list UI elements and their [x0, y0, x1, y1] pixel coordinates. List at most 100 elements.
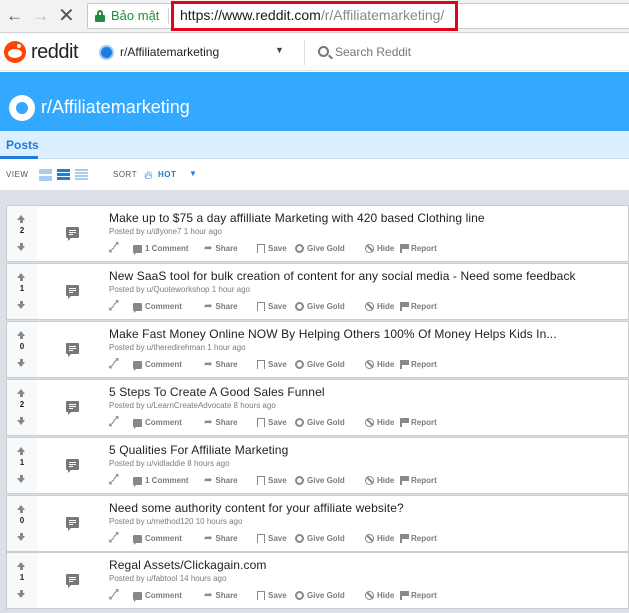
post-card[interactable]: 0 Need some authority content for your a…	[6, 495, 629, 552]
share-button[interactable]: ➦ Share	[204, 533, 238, 545]
search-box[interactable]	[318, 43, 518, 63]
vote-column: 1	[7, 553, 37, 608]
share-button[interactable]: ➦ Share	[204, 590, 238, 602]
upvote-icon[interactable]	[17, 562, 26, 570]
hide-button[interactable]: Hide	[365, 417, 394, 429]
save-button[interactable]: Save	[257, 417, 287, 429]
comment-button[interactable]: 1 Comment	[133, 243, 189, 255]
hide-button[interactable]: Hide	[365, 243, 394, 255]
downvote-icon[interactable]	[17, 301, 26, 309]
upvote-icon[interactable]	[17, 331, 26, 339]
save-button[interactable]: Save	[257, 475, 287, 487]
comment-button[interactable]: Comment	[133, 417, 182, 429]
save-button[interactable]: Save	[257, 533, 287, 545]
post-title[interactable]: 5 Qualities For Affiliate Marketing	[109, 443, 288, 457]
comment-button[interactable]: Comment	[133, 590, 182, 602]
search-input[interactable]	[335, 43, 515, 61]
forward-arrow-icon[interactable]: →	[32, 6, 49, 26]
comment-button[interactable]: Comment	[133, 533, 182, 545]
upvote-icon[interactable]	[17, 273, 26, 281]
expand-icon[interactable]	[108, 298, 120, 314]
post-title[interactable]: Make up to $75 a day affilliate Marketin…	[109, 211, 485, 225]
address-bar[interactable]: Bảo mật https://www.reddit.com/r/Affilia…	[87, 1, 629, 31]
back-arrow-icon[interactable]: ←	[6, 6, 23, 26]
expand-icon[interactable]	[108, 587, 120, 603]
post-card[interactable]: 1 Regal Assets/Clickagain.com Posted by …	[6, 552, 629, 609]
upvote-icon[interactable]	[17, 389, 26, 397]
expand-icon[interactable]	[108, 356, 120, 372]
save-button[interactable]: Save	[257, 590, 287, 602]
downvote-icon[interactable]	[17, 417, 26, 425]
report-button[interactable]: Report	[400, 359, 437, 371]
post-title[interactable]: Regal Assets/Clickagain.com	[109, 558, 266, 572]
give-gold-button[interactable]: Give Gold	[295, 359, 345, 371]
post-card[interactable]: 2 5 Steps To Create A Good Sales Funnel …	[6, 379, 629, 436]
post-meta: Posted by u/fabtool 14 hours ago	[109, 574, 227, 583]
give-gold-button[interactable]: Give Gold	[295, 301, 345, 313]
hide-button[interactable]: Hide	[365, 359, 394, 371]
share-button[interactable]: ➦ Share	[204, 475, 238, 487]
stop-loading-icon[interactable]: ✕	[58, 6, 75, 26]
report-button[interactable]: Report	[400, 533, 437, 545]
subreddit-dropdown[interactable]: r/Affiliatemarketing ▼	[99, 42, 287, 64]
hide-button[interactable]: Hide	[365, 590, 394, 602]
report-button[interactable]: Report	[400, 301, 437, 313]
downvote-icon[interactable]	[17, 359, 26, 367]
expand-icon[interactable]	[108, 240, 120, 256]
comment-icon	[133, 534, 142, 545]
upvote-icon[interactable]	[17, 215, 26, 223]
post-card[interactable]: 1 5 Qualities For Affiliate Marketing Po…	[6, 437, 629, 494]
report-button[interactable]: Report	[400, 417, 437, 429]
tab-posts[interactable]: Posts	[6, 138, 39, 152]
card-view-icon[interactable]	[39, 169, 52, 181]
expand-icon[interactable]	[108, 472, 120, 488]
upvote-icon[interactable]	[17, 505, 26, 513]
chevron-down-icon[interactable]: ▼	[189, 169, 197, 178]
hide-button[interactable]: Hide	[365, 301, 394, 313]
comment-button[interactable]: Comment	[133, 301, 182, 313]
give-gold-button[interactable]: Give Gold	[295, 475, 345, 487]
share-button[interactable]: ➦ Share	[204, 301, 238, 313]
share-button[interactable]: ➦ Share	[204, 417, 238, 429]
post-title[interactable]: Need some authority content for your aff…	[109, 501, 404, 515]
report-button[interactable]: Report	[400, 590, 437, 602]
comment-icon	[133, 360, 142, 371]
downvote-icon[interactable]	[17, 533, 26, 541]
give-gold-button[interactable]: Give Gold	[295, 590, 345, 602]
hide-icon	[365, 360, 374, 370]
expand-icon[interactable]	[108, 414, 120, 430]
downvote-icon[interactable]	[17, 475, 26, 483]
upvote-icon[interactable]	[17, 447, 26, 455]
report-button[interactable]: Report	[400, 475, 437, 487]
comment-button[interactable]: 1 Comment	[133, 475, 189, 487]
compact-view-icon[interactable]	[75, 169, 88, 181]
give-gold-button[interactable]: Give Gold	[295, 417, 345, 429]
post-title[interactable]: 5 Steps To Create A Good Sales Funnel	[109, 385, 325, 399]
comment-button[interactable]: Comment	[133, 359, 182, 371]
save-button[interactable]: Save	[257, 243, 287, 255]
classic-view-icon[interactable]	[57, 169, 70, 181]
report-button[interactable]: Report	[400, 243, 437, 255]
reddit-logo-icon[interactable]	[4, 41, 26, 63]
save-button[interactable]: Save	[257, 301, 287, 313]
downvote-icon[interactable]	[17, 243, 26, 251]
post-card[interactable]: 2 Make up to $75 a day affilliate Market…	[6, 205, 629, 262]
sort-dropdown[interactable]: HOT	[158, 170, 176, 179]
hide-button[interactable]: Hide	[365, 533, 394, 545]
share-icon: ➦	[204, 532, 213, 544]
give-gold-button[interactable]: Give Gold	[295, 243, 345, 255]
share-button[interactable]: ➦ Share	[204, 243, 238, 255]
reddit-wordmark[interactable]: reddit	[31, 41, 79, 64]
give-gold-button[interactable]: Give Gold	[295, 533, 345, 545]
post-card[interactable]: 0 Make Fast Money Online NOW By Helping …	[6, 321, 629, 378]
expand-icon[interactable]	[108, 530, 120, 546]
downvote-icon[interactable]	[17, 590, 26, 598]
save-button[interactable]: Save	[257, 359, 287, 371]
post-title[interactable]: New SaaS tool for bulk creation of conte…	[109, 269, 576, 283]
post-card[interactable]: 1 New SaaS tool for bulk creation of con…	[6, 263, 629, 320]
share-button[interactable]: ➦ Share	[204, 359, 238, 371]
post-title[interactable]: Make Fast Money Online NOW By Helping Ot…	[109, 327, 557, 341]
hide-icon	[365, 476, 374, 486]
hide-button[interactable]: Hide	[365, 475, 394, 487]
url-text[interactable]: https://www.reddit.com/r/Affiliatemarket…	[180, 7, 444, 23]
